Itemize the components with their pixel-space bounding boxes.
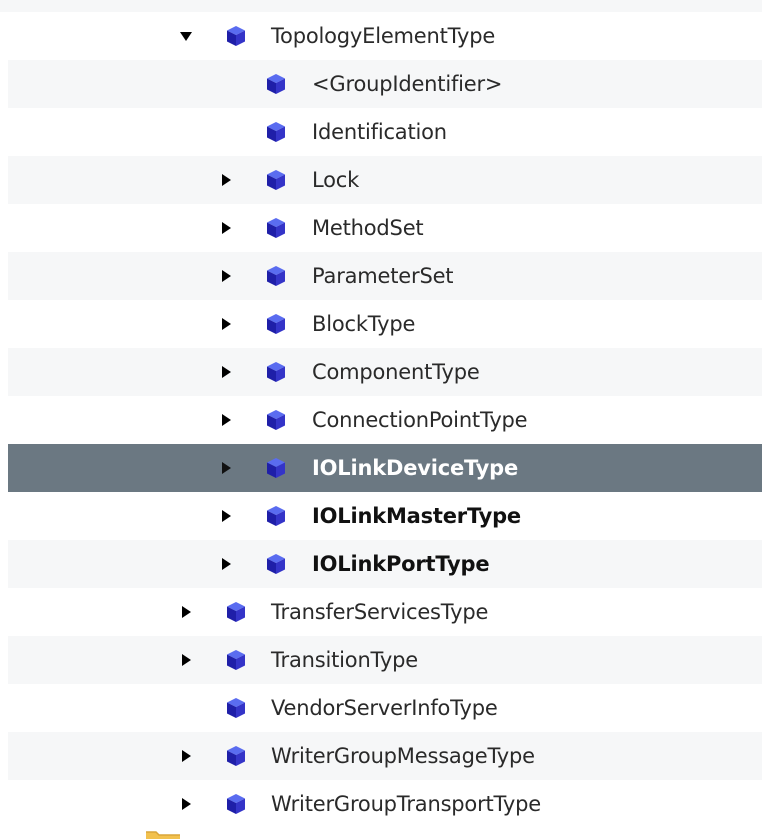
tree-item-transfer-services-type[interactable]: TransferServicesType	[8, 588, 762, 636]
tree-item-label: VendorServerInfoType	[271, 696, 498, 720]
tree-item-writer-group-message-type[interactable]: WriterGroupMessageType	[8, 732, 762, 780]
tree-item-label: IOLinkDeviceType	[312, 456, 519, 480]
tree-item-label: WriterGroupMessageType	[271, 744, 535, 768]
tree-item-label: ComponentType	[312, 360, 480, 384]
collapsed-arrow-icon[interactable]	[218, 412, 234, 428]
tree-item-label: ConnectionPointType	[312, 408, 528, 432]
object-type-cube-icon	[264, 120, 288, 144]
collapsed-arrow-icon[interactable]	[218, 220, 234, 236]
collapsed-arrow-icon[interactable]	[218, 268, 234, 284]
tree-item-label: TransferServicesType	[271, 600, 489, 624]
tree-item-label: Lock	[312, 168, 360, 192]
object-type-cube-icon	[264, 312, 288, 336]
object-type-cube-icon	[224, 744, 248, 768]
tree-item-block-type[interactable]: BlockType	[8, 300, 762, 348]
object-type-tree: TopologyElementType <GroupIdentifier> Iden…	[0, 0, 762, 839]
collapsed-arrow-icon[interactable]	[218, 460, 234, 476]
object-type-cube-icon	[224, 648, 248, 672]
folder-icon	[146, 831, 180, 839]
object-type-cube-icon	[264, 504, 288, 528]
object-type-cube-icon	[264, 456, 288, 480]
object-type-cube-icon	[264, 552, 288, 576]
tree-item-topology-element-type[interactable]: TopologyElementType	[8, 12, 762, 60]
object-type-cube-icon	[264, 72, 288, 96]
collapsed-arrow-icon[interactable]	[218, 508, 234, 524]
object-type-cube-icon	[224, 24, 248, 48]
object-type-cube-icon	[264, 408, 288, 432]
tree-item-label: Identification	[312, 120, 447, 144]
tree-item-label: MethodSet	[312, 216, 424, 240]
collapsed-arrow-icon[interactable]	[218, 364, 234, 380]
collapsed-arrow-icon[interactable]	[178, 604, 194, 620]
tree-item-label: ParameterSet	[312, 264, 454, 288]
tree-item-connection-point-type[interactable]: ConnectionPointType	[8, 396, 762, 444]
tree-item-vendor-server-info-type[interactable]: VendorServerInfoType	[8, 684, 762, 732]
tree-item-component-type[interactable]: ComponentType	[8, 348, 762, 396]
collapsed-arrow-icon[interactable]	[178, 748, 194, 764]
tree-item-iolink-port-type[interactable]: IOLinkPortType	[8, 540, 762, 588]
collapsed-arrow-icon[interactable]	[218, 316, 234, 332]
tree-item-parameter-set[interactable]: ParameterSet	[8, 252, 762, 300]
tree-item-label: BlockType	[312, 312, 416, 336]
tree-item-writer-group-transport-type[interactable]: WriterGroupTransportType	[8, 780, 762, 828]
expanded-arrow-icon[interactable]	[178, 28, 194, 44]
tree-item-label: WriterGroupTransportType	[271, 792, 541, 816]
object-type-cube-icon	[224, 792, 248, 816]
object-type-cube-icon	[264, 216, 288, 240]
tree-item-identification[interactable]: Identification	[8, 108, 762, 156]
tree-item-label: TopologyElementType	[271, 24, 496, 48]
tree-item-label: TransitionType	[271, 648, 418, 672]
tree-item-label: IOLinkMasterType	[312, 504, 521, 528]
tree-item-method-set[interactable]: MethodSet	[8, 204, 762, 252]
tree-top-edge	[0, 0, 762, 12]
collapsed-arrow-icon[interactable]	[178, 796, 194, 812]
object-type-cube-icon	[264, 168, 288, 192]
tree-item-group-identifier[interactable]: <GroupIdentifier>	[8, 60, 762, 108]
tree-item-label: IOLinkPortType	[312, 552, 490, 576]
tree-item-iolink-device-type[interactable]: IOLinkDeviceType	[8, 444, 762, 492]
tree-item-lock[interactable]: Lock	[8, 156, 762, 204]
tree-rows: TopologyElementType <GroupIdentifier> Iden…	[8, 12, 762, 828]
object-type-cube-icon	[224, 600, 248, 624]
tree-item-label: <GroupIdentifier>	[312, 72, 503, 96]
object-type-cube-icon	[224, 696, 248, 720]
collapsed-arrow-icon[interactable]	[218, 172, 234, 188]
tree-item-iolink-master-type[interactable]: IOLinkMasterType	[8, 492, 762, 540]
object-type-cube-icon	[264, 360, 288, 384]
collapsed-arrow-icon[interactable]	[178, 652, 194, 668]
collapsed-arrow-icon[interactable]	[218, 556, 234, 572]
object-type-cube-icon	[264, 264, 288, 288]
tree-item-transition-type[interactable]: TransitionType	[8, 636, 762, 684]
